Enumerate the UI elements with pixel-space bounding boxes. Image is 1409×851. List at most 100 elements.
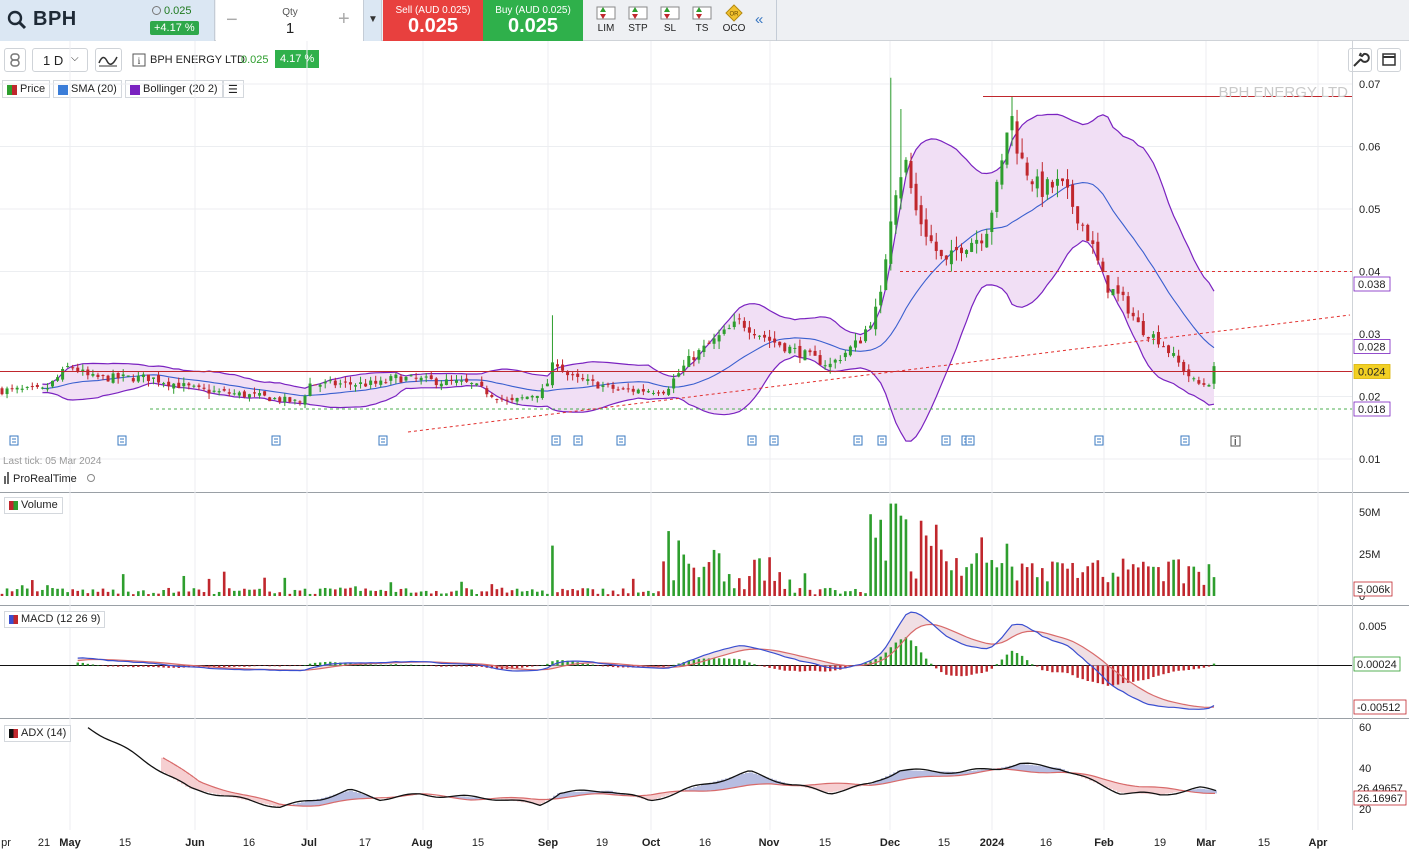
candle-body xyxy=(444,379,448,386)
candle-body xyxy=(611,384,615,389)
news-icon xyxy=(769,435,779,446)
macd-histogram-bar xyxy=(1212,663,1216,666)
volume-bar xyxy=(813,594,817,596)
candle-body xyxy=(414,377,418,379)
macd-histogram-bar xyxy=(606,665,610,667)
volume-bar xyxy=(1061,563,1064,596)
macd-histogram-bar xyxy=(238,665,241,667)
adx-fill-segment xyxy=(161,757,165,772)
adx-fill-segment xyxy=(841,783,845,790)
volume-bar xyxy=(647,590,650,596)
candle-body xyxy=(217,391,221,393)
chart-canvas[interactable]: i BPH ENERGY LTD Last tick: 05 Mar 2024 … xyxy=(0,0,1409,851)
volume-bar xyxy=(1015,580,1019,596)
candle-body xyxy=(1182,361,1186,372)
price-badge-sma: 0.028 xyxy=(1358,342,1386,354)
candle-body xyxy=(1055,178,1059,186)
candle-body xyxy=(121,374,125,377)
candle-body xyxy=(152,377,155,379)
candle-body xyxy=(5,388,9,395)
candle-body xyxy=(1212,366,1216,384)
adx-fill-segment xyxy=(349,790,353,800)
candle-body xyxy=(848,346,852,356)
volume-bar xyxy=(904,519,908,596)
candle-body xyxy=(61,368,65,380)
last-tick-label: Last tick: 05 Mar 2024 xyxy=(3,456,102,467)
time-tick-label: Nov xyxy=(759,837,781,849)
macd-histogram-bar xyxy=(611,665,615,668)
candle-body xyxy=(354,385,357,387)
volume-bar xyxy=(839,593,842,596)
volume-panel-label[interactable]: Volume xyxy=(4,497,63,514)
volume-bar xyxy=(697,577,701,596)
candle-body xyxy=(404,377,408,381)
volume-bar xyxy=(222,571,226,596)
candle-body xyxy=(96,374,100,378)
volume-bar xyxy=(1000,563,1004,596)
candle-body xyxy=(843,352,847,358)
volume-bar xyxy=(157,593,160,596)
candle-body xyxy=(626,388,630,390)
candle-body xyxy=(697,350,701,360)
macd-histogram-bar xyxy=(1202,665,1206,668)
macd-histogram-bar xyxy=(546,663,549,666)
macd-histogram-bar xyxy=(561,660,564,666)
volume-bar xyxy=(712,549,716,596)
volume-bar xyxy=(672,580,675,596)
volume-bar xyxy=(748,576,751,596)
macd-histogram-bar xyxy=(137,665,140,667)
volume-bar xyxy=(308,593,312,596)
candle-body xyxy=(1091,240,1095,244)
volume-bar xyxy=(1192,566,1196,596)
adx-fill-segment xyxy=(833,783,837,792)
macd-histogram-bar xyxy=(930,663,933,666)
candle-body xyxy=(1177,355,1181,363)
macd-histogram-bar xyxy=(1051,665,1054,673)
candle-body xyxy=(480,381,484,387)
macd-histogram-bar xyxy=(788,665,791,671)
volume-bar xyxy=(202,592,206,596)
macd-histogram-bar xyxy=(1167,665,1170,674)
volume-bar xyxy=(788,579,792,596)
volume-bar xyxy=(717,553,721,596)
adx-panel-label[interactable]: ADX (14) xyxy=(4,725,72,742)
macd-histogram-bar xyxy=(980,665,983,674)
volume-bar xyxy=(1081,572,1084,596)
macd-histogram-bar xyxy=(435,665,438,667)
candle-body xyxy=(505,399,509,401)
candle-body xyxy=(894,195,898,225)
news-icon xyxy=(1094,435,1104,446)
candle-body xyxy=(621,388,625,390)
macd-panel-label[interactable]: MACD (12 26 9) xyxy=(4,611,106,628)
macd-histogram-bar xyxy=(116,665,120,667)
volume-bar xyxy=(536,591,539,596)
macd-histogram-bar xyxy=(1020,655,1024,666)
volume-bar xyxy=(940,549,943,596)
candle-body xyxy=(520,397,524,399)
candle-body xyxy=(1116,285,1120,294)
time-tick-label: 2024 xyxy=(980,837,1005,849)
time-tick-label: 15 xyxy=(819,837,831,849)
volume-bar xyxy=(960,575,963,596)
volume-bar xyxy=(354,586,357,596)
volume-bar xyxy=(803,573,807,596)
macd-histogram-bar xyxy=(1041,665,1044,671)
macd-histogram-bar xyxy=(470,665,473,667)
volume-bar xyxy=(1207,564,1211,596)
candle-body xyxy=(672,378,676,389)
macd-histogram-bar xyxy=(1207,665,1211,667)
adx-fill-segment xyxy=(1041,766,1045,773)
price-badge-upper: 0.038 xyxy=(1358,279,1386,291)
news-icon xyxy=(941,435,951,446)
adx-fill-segment xyxy=(701,784,705,792)
candle-body xyxy=(530,395,534,398)
candle-body xyxy=(566,371,570,376)
adx-fill-segment xyxy=(737,775,741,787)
adx-fill-segment xyxy=(757,774,761,785)
volume-bar xyxy=(1212,577,1216,596)
volume-bar xyxy=(990,560,994,596)
candle-body xyxy=(1172,353,1176,356)
volume-bar xyxy=(1091,562,1095,596)
volume-bar xyxy=(177,591,181,596)
candle-body xyxy=(374,380,378,384)
